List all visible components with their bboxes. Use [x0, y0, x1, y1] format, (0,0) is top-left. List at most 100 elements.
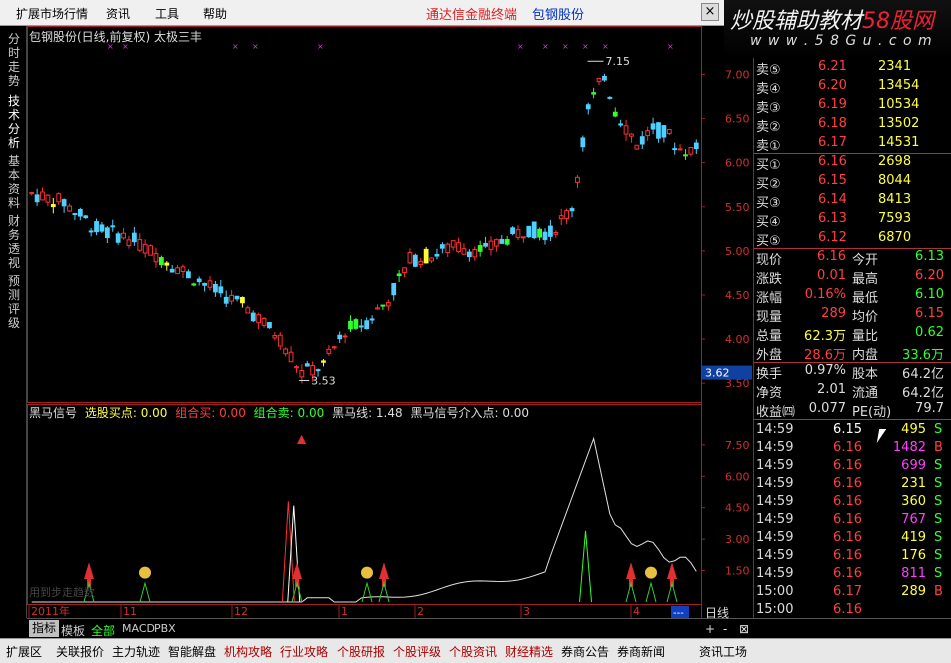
tab-intraday[interactable]: 分时走势: [8, 32, 22, 88]
nav-11[interactable]: 券商新闻: [617, 643, 665, 660]
candle-body: [634, 144, 640, 150]
nav-8[interactable]: 个股资讯: [449, 643, 497, 660]
candle-body: [245, 307, 251, 314]
signal-marker: ×: [562, 42, 569, 51]
candle-body: [72, 213, 78, 216]
nav-4[interactable]: 机构攻略: [224, 643, 272, 660]
candle-body: [353, 319, 359, 329]
nav-5[interactable]: 行业攻略: [280, 643, 328, 660]
tab-template[interactable]: 模板: [61, 622, 85, 639]
tick-time: 14:59: [756, 422, 794, 437]
tab-forecast[interactable]: 预测评级: [8, 274, 22, 330]
current-price-tag-text: 3.62: [705, 367, 730, 380]
tick-volume: 767: [901, 512, 926, 527]
sell-order-row: 卖⑤ 6.21 2341: [754, 58, 951, 78]
candle-body: [515, 229, 521, 238]
close-panel-icon[interactable]: ⊠: [739, 622, 749, 636]
sell-order-label: 卖①: [756, 139, 781, 154]
menu-extended-market[interactable]: 扩展市场行情: [16, 5, 88, 22]
nav-9[interactable]: 财经精选: [505, 643, 553, 660]
nav-7[interactable]: 个股评级: [393, 643, 441, 660]
nav-12[interactable]: 资讯工场: [699, 643, 747, 660]
sell-order-row: 卖③ 6.19 10534: [754, 96, 951, 116]
sell-order-volume: 10534: [878, 97, 920, 112]
signal-small-spike: [361, 581, 373, 603]
tick-time: 14:59: [756, 458, 794, 473]
stat-label: 涨跌: [756, 272, 783, 287]
tab-technical[interactable]: 技术分析: [8, 94, 22, 150]
candle-body: [450, 240, 456, 248]
candle-body: [56, 193, 62, 203]
candle-body: [61, 199, 67, 207]
price-axis-label: 7.00: [725, 68, 750, 81]
candle-body: [504, 239, 510, 245]
tab-fundamentals[interactable]: 基本资料: [8, 154, 22, 210]
tick-price: 6.16: [833, 566, 862, 581]
candle-body: [272, 334, 278, 339]
menu-help[interactable]: 帮助: [203, 5, 227, 22]
candle-body: [369, 318, 375, 321]
zoom-in-button[interactable]: +: [705, 622, 715, 636]
tick-side: S: [934, 494, 943, 509]
chart-area[interactable]: 7.00 6.50 6.00 5.50 5.00 4.50 4.00 3.50 3.62 7.15…: [27, 26, 753, 618]
candle-body: [99, 224, 105, 232]
banner-url: w w w . 5 8 G u . c o m: [750, 33, 933, 49]
candle-body: [407, 252, 413, 264]
menu-news[interactable]: 资讯: [106, 5, 130, 22]
candle-body: [602, 75, 607, 81]
candle-body: [29, 192, 35, 195]
tick-volume: 495: [901, 422, 926, 437]
tab-indicator[interactable]: 指标: [29, 620, 60, 637]
kline-chart[interactable]: 7.006.506.005.505.004.504.003.503.627.15…: [27, 26, 753, 618]
tick-row: 14:59 6.16 699 S: [754, 457, 951, 476]
period-label[interactable]: 日线: [705, 604, 729, 621]
candle-body: [380, 304, 386, 307]
candle-body: [234, 295, 240, 300]
legend-name: 黑马信号: [29, 406, 78, 420]
tick-time: 14:59: [756, 530, 794, 545]
candle-body: [526, 225, 532, 238]
tick-side: S: [934, 512, 943, 527]
nav-0[interactable]: 扩展区: [6, 643, 42, 660]
tab-macd[interactable]: MACD: [122, 622, 155, 635]
legend-buy-point: 选股买点: 0.00: [84, 406, 168, 420]
zoom-out-button[interactable]: -: [723, 622, 727, 636]
candle-body: [612, 111, 618, 117]
legend-entry-point: 黑马信号介入点: 0.00: [410, 406, 530, 420]
tab-pbx[interactable]: PBX: [154, 622, 176, 635]
nav-3[interactable]: 智能解盘: [168, 643, 216, 660]
nav-6[interactable]: 个股研报: [337, 643, 385, 660]
stat-value: 6.13: [915, 249, 944, 264]
candle-body: [88, 230, 94, 233]
candle-body: [521, 236, 526, 239]
date-axis-label: 3: [523, 605, 530, 618]
sell-order-row: 卖④ 6.20 13454: [754, 77, 951, 97]
stats-row: 总量 62.3万 量比 0.62: [754, 324, 951, 344]
signal-small-spike: [139, 581, 151, 603]
menu-tools[interactable]: 工具: [155, 5, 179, 22]
candle-body: [50, 204, 56, 208]
nav-2[interactable]: 主力轨迹: [112, 643, 160, 660]
stats-row: 现价 6.16 今开 6.13: [754, 248, 951, 268]
date-axis-label: 12: [234, 605, 248, 618]
tab-financials[interactable]: 财务透视: [8, 214, 22, 270]
chart-title: 包钢股份(日线,前复权) 太极三丰: [29, 30, 202, 44]
buy-order-row: 买② 6.15 8044: [754, 172, 951, 192]
candle-body: [358, 325, 364, 328]
candle-body: [310, 365, 316, 376]
tick-price: 6.16: [833, 494, 862, 509]
stat-value: 62.3万: [804, 329, 846, 344]
signal-marker: ×: [667, 42, 674, 51]
candle-body: [256, 314, 262, 324]
candle-body: [158, 257, 164, 266]
tick-side: S: [934, 566, 943, 581]
money-bag-icon: [361, 566, 373, 579]
signal-marker: ×: [317, 42, 324, 51]
tab-all[interactable]: 全部: [91, 622, 115, 639]
nav-1[interactable]: 关联报价: [56, 643, 104, 660]
candle-body: [164, 262, 170, 266]
close-icon[interactable]: ×: [701, 3, 719, 21]
nav-10[interactable]: 券商公告: [561, 643, 609, 660]
price-panel-border: [27, 26, 702, 403]
candle-body: [591, 92, 597, 95]
